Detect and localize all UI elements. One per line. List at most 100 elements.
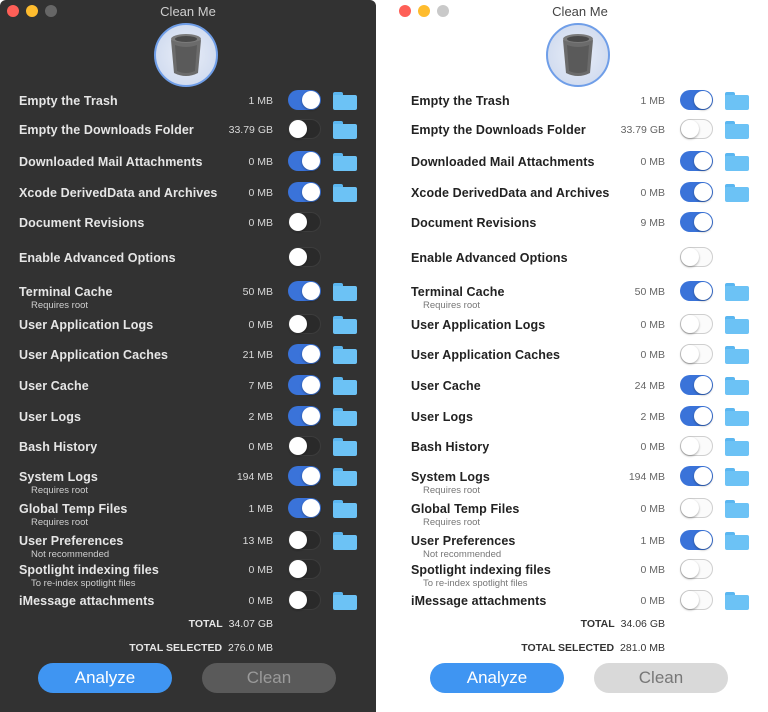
option-label: Bash History [19,440,98,454]
folder-icon[interactable] [333,121,357,139]
folder-icon[interactable] [333,500,357,518]
option-toggle[interactable] [288,212,321,232]
option-toggle[interactable] [288,406,321,426]
toggle-knob [302,183,320,201]
folder-icon[interactable] [725,184,749,202]
toggle-knob [694,152,712,170]
option-toggle[interactable] [680,466,713,486]
folder-icon[interactable] [725,438,749,456]
folder-icon[interactable] [333,316,357,334]
trash-can-icon [546,23,610,87]
option-toggle[interactable] [288,344,321,364]
option-size: 0 MB [248,441,273,453]
option-toggle[interactable] [680,182,713,202]
folder-icon[interactable] [725,316,749,334]
option-label: User Preferences [411,534,516,548]
option-toggle[interactable] [680,559,713,579]
option-label: Enable Advanced Options [411,251,568,265]
option-toggle[interactable] [680,247,713,267]
option-row-bash-history: Bash History 0 MB [392,436,768,468]
option-toggle[interactable] [680,344,713,364]
folder-icon[interactable] [725,592,749,610]
option-label: Downloaded Mail Attachments [19,155,203,169]
option-label: Empty the Downloads Folder [411,123,586,137]
folder-icon[interactable] [333,408,357,426]
option-row-document-revisions: Document Revisions 0 MB [0,212,376,244]
folder-icon[interactable] [725,377,749,395]
option-row-global-temp-files: Global Temp Files Requires root 0 MB [392,498,768,530]
option-toggle[interactable] [288,119,321,139]
total-size: TOTAL 34.06 GB [580,618,665,630]
option-toggle[interactable] [288,182,321,202]
window-title: Clean Me [160,4,216,19]
folder-icon[interactable] [333,184,357,202]
option-toggle[interactable] [288,466,321,486]
folder-icon[interactable] [725,500,749,518]
folder-icon[interactable] [333,532,357,550]
folder-icon[interactable] [725,468,749,486]
folder-icon[interactable] [725,532,749,550]
folder-icon[interactable] [333,592,357,610]
toggle-knob [302,499,320,517]
toggle-knob [694,467,712,485]
option-label: Empty the Downloads Folder [19,123,194,137]
option-toggle[interactable] [288,314,321,334]
clean-button[interactable]: Clean [594,663,728,693]
folder-icon[interactable] [725,283,749,301]
folder-icon[interactable] [333,346,357,364]
option-toggle[interactable] [680,119,713,139]
option-size: 0 MB [248,217,273,229]
folder-icon[interactable] [333,283,357,301]
option-row-user-application-caches: User Application Caches 21 MB [0,344,376,376]
folder-icon[interactable] [725,408,749,426]
folder-icon[interactable] [333,438,357,456]
option-label: Document Revisions [19,216,145,230]
option-toggle[interactable] [680,151,713,171]
option-toggle[interactable] [680,281,713,301]
option-toggle[interactable] [680,436,713,456]
folder-icon[interactable] [333,377,357,395]
option-toggle[interactable] [288,436,321,456]
option-label: User Logs [411,410,474,424]
option-toggle[interactable] [680,530,713,550]
folder-icon[interactable] [333,153,357,171]
option-toggle[interactable] [680,498,713,518]
option-toggle[interactable] [288,530,321,550]
analyze-button[interactable]: Analyze [38,663,172,693]
folder-icon[interactable] [333,468,357,486]
option-toggle[interactable] [680,212,713,232]
toggle-knob [289,248,307,266]
option-note: Requires root [31,300,89,311]
option-toggle[interactable] [680,590,713,610]
analyze-button[interactable]: Analyze [430,663,564,693]
option-size: 2 MB [248,411,273,423]
option-toggle[interactable] [288,90,321,110]
folder-icon[interactable] [725,346,749,364]
option-toggle[interactable] [680,375,713,395]
title-bar: Clean Me [392,0,768,22]
clean-button[interactable]: Clean [202,663,336,693]
option-toggle[interactable] [288,590,321,610]
folder-icon[interactable] [725,121,749,139]
option-toggle[interactable] [288,151,321,171]
toggle-knob [302,282,320,300]
option-row-xcode-deriveddata-and-archives: Xcode DerivedData and Archives 0 MB [392,182,768,214]
option-toggle[interactable] [680,90,713,110]
option-size: 2 MB [640,411,665,423]
option-label: System Logs [411,470,490,484]
option-toggle[interactable] [680,314,713,334]
folder-icon[interactable] [725,92,749,110]
option-toggle[interactable] [288,498,321,518]
option-toggle[interactable] [288,281,321,301]
toggle-knob [289,120,307,138]
option-label: User Application Caches [19,348,169,362]
option-toggle[interactable] [288,247,321,267]
option-label: iMessage attachments [19,594,155,608]
option-toggle[interactable] [288,375,321,395]
folder-icon[interactable] [333,92,357,110]
option-row-empty-the-trash: Empty the Trash 1 MB [392,90,768,122]
option-size: 50 MB [634,286,665,298]
option-toggle[interactable] [680,406,713,426]
option-toggle[interactable] [288,559,321,579]
folder-icon[interactable] [725,153,749,171]
